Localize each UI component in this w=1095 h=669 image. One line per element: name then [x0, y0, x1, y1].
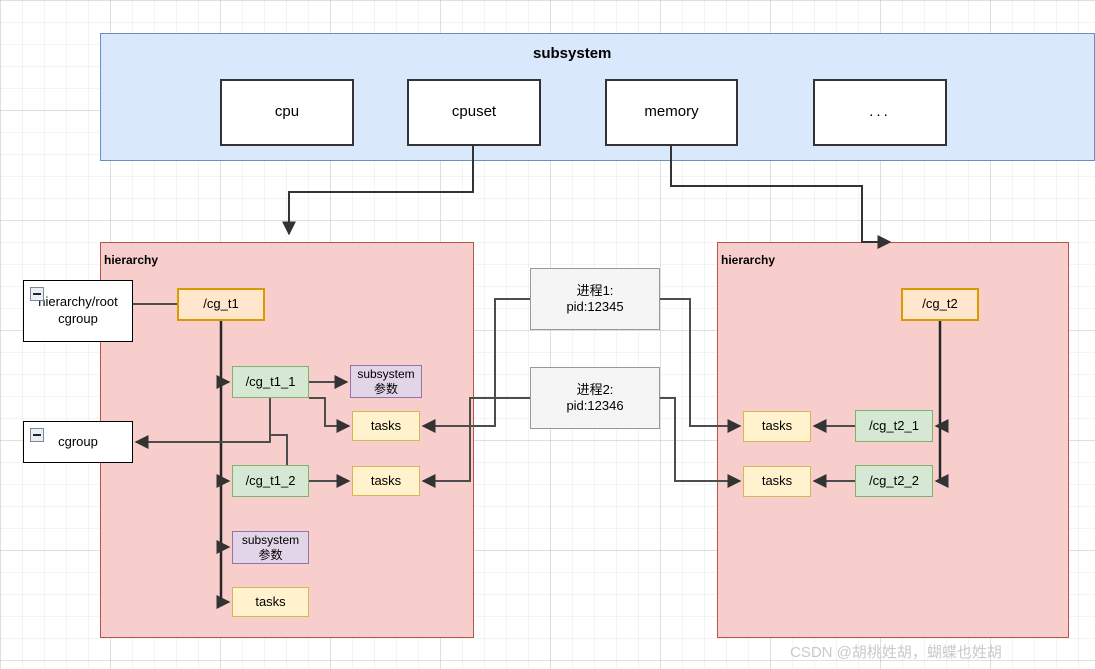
- watermark-text: CSDN @胡桃姓胡，蝴蝶也姓胡: [790, 644, 1002, 661]
- cgroup-node-label: /cg_t1_1: [245, 373, 296, 389]
- cgroup-node-cg-t2-1[interactable]: /cg_t2_1: [855, 410, 933, 442]
- subsystem-item-more[interactable]: ...: [813, 79, 947, 146]
- collapse-minus-icon[interactable]: [30, 428, 44, 442]
- subsystem-item-cpuset[interactable]: cpuset: [407, 79, 541, 146]
- subsystem-params-line2: 参数: [373, 381, 398, 396]
- collapse-minus-icon[interactable]: [30, 287, 44, 301]
- subsystem-item-label: cpuset: [451, 103, 497, 121]
- subsystem-item-cpu[interactable]: cpu: [220, 79, 354, 146]
- tasks-node-label: tasks: [761, 473, 793, 489]
- tasks-node-left-3[interactable]: tasks: [232, 587, 309, 617]
- process-name: 进程1:: [576, 282, 614, 298]
- tasks-node-label: tasks: [255, 593, 286, 609]
- process-box-2[interactable]: 进程2: pid:12346: [530, 367, 660, 429]
- note-cgroup[interactable]: cgroup: [23, 421, 133, 463]
- cgroup-node-cg-t1-2[interactable]: /cg_t1_2: [232, 465, 309, 497]
- tasks-node-left-2[interactable]: tasks: [352, 466, 420, 496]
- tasks-node-left-1[interactable]: tasks: [352, 411, 420, 441]
- subsystem-item-label: ...: [869, 103, 891, 121]
- subsystem-item-memory[interactable]: memory: [605, 79, 738, 146]
- cgroup-node-cg-t2-2[interactable]: /cg_t2_2: [855, 465, 933, 497]
- subsystem-item-label: memory: [644, 103, 699, 121]
- subsystem-params-line1: subsystem: [357, 366, 415, 381]
- cgroup-node-label: /cg_t1: [203, 296, 239, 312]
- cgroup-node-label: /cg_t1_2: [245, 472, 296, 488]
- subsystem-params-line1: subsystem: [241, 532, 300, 547]
- process-pid: pid:12346: [566, 398, 624, 413]
- subsystem-panel-title: subsystem: [533, 45, 612, 62]
- subsystem-params-node-left[interactable]: subsystem 参数: [350, 365, 422, 398]
- tasks-node-label: tasks: [370, 417, 402, 433]
- note-line1: hierarchy/root: [38, 294, 118, 310]
- cgroup-node-label: /cg_t2_2: [869, 472, 919, 488]
- cgroup-node-cg-t1[interactable]: /cg_t1: [177, 288, 265, 321]
- process-name: 进程2:: [576, 381, 614, 397]
- subsystem-params-line2: 参数: [258, 547, 283, 562]
- tasks-node-right-2[interactable]: tasks: [743, 466, 811, 497]
- note-hierarchy-root-cgroup[interactable]: hierarchy/root cgroup: [23, 280, 133, 342]
- hierarchy-left-title: hierarchy: [104, 253, 159, 267]
- note-line2: cgroup: [58, 311, 98, 326]
- tasks-node-label: tasks: [761, 418, 793, 434]
- cgroup-node-label: /cg_t2: [922, 296, 958, 312]
- tasks-node-right-1[interactable]: tasks: [743, 411, 811, 442]
- tasks-node-label: tasks: [370, 472, 402, 488]
- subsystem-item-label: cpu: [274, 103, 300, 121]
- diagram-canvas: subsystem cpu cpuset memory ... hierarch…: [0, 0, 1095, 669]
- note-line1: cgroup: [58, 433, 98, 449]
- cgroup-node-cg-t2[interactable]: /cg_t2: [901, 288, 979, 321]
- cgroup-node-label: /cg_t2_1: [869, 417, 919, 433]
- cgroup-node-cg-t1-1[interactable]: /cg_t1_1: [232, 366, 309, 398]
- subsystem-params-node-left-root[interactable]: subsystem 参数: [232, 531, 309, 564]
- hierarchy-right-title: hierarchy: [721, 253, 776, 267]
- process-pid: pid:12345: [566, 299, 624, 314]
- process-box-1[interactable]: 进程1: pid:12345: [530, 268, 660, 330]
